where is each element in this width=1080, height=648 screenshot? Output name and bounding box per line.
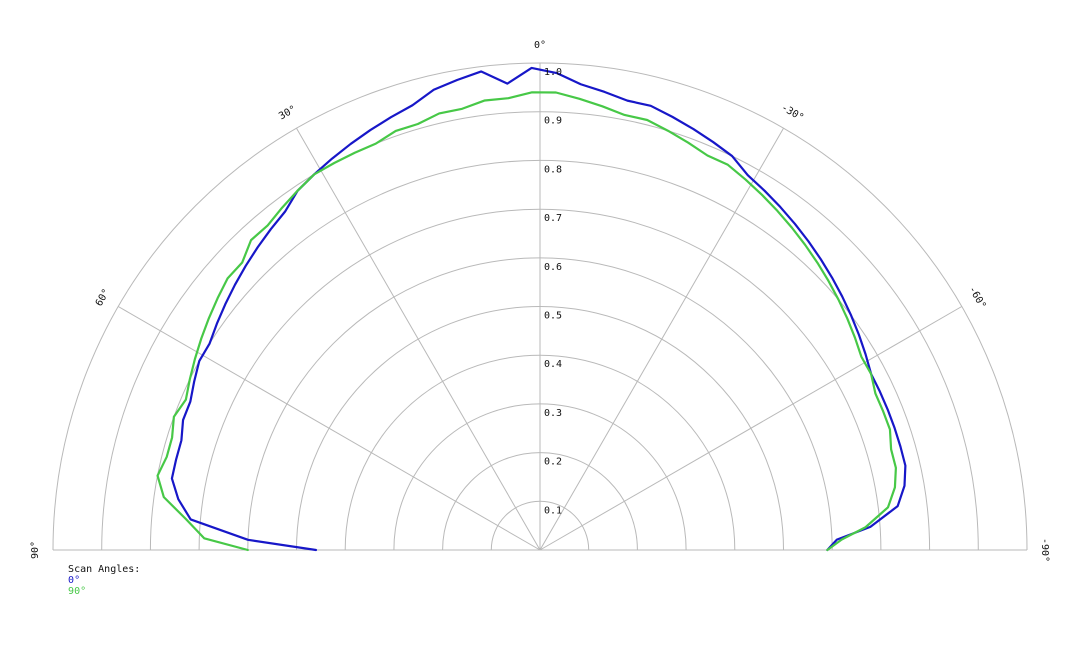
angle-tick-4: -30° [779, 102, 805, 124]
radial-tick-0.2: 0.2 [544, 457, 562, 468]
series-line-0 [170, 66, 907, 552]
radial-tick-1.0: 1.0 [544, 67, 562, 78]
chart-series [156, 66, 907, 552]
angle-tick-3: 0° [534, 40, 546, 51]
radial-tick-0.9: 0.9 [544, 116, 562, 127]
radial-tick-0.8: 0.8 [544, 164, 562, 175]
polar-chart: 0.1 0.2 0.3 0.4 0.5 0.6 0.7 0.8 0.9 1.0 90° 60° 30°… [30, 40, 1050, 562]
angle-tick-5: -60° [966, 285, 988, 311]
radial-tick-0.5: 0.5 [544, 311, 562, 322]
radial-tick-0.7: 0.7 [544, 213, 562, 224]
chart-grid [52, 62, 1028, 551]
radial-tick-0.1: 0.1 [544, 505, 562, 516]
angle-tick-1: 60° [94, 287, 113, 308]
legend-title: Scan Angles: [68, 564, 141, 575]
grid-spoke-2 [296, 127, 541, 551]
angle-tick-0: 90° [30, 541, 41, 559]
grid-spoke-5 [539, 306, 963, 551]
grid-spoke-4 [539, 127, 784, 551]
radial-tick-0.3: 0.3 [544, 408, 562, 419]
legend: Scan Angles: 0° 90° [56, 553, 148, 597]
radial-tick-labels: 0.1 0.2 0.3 0.4 0.5 0.6 0.7 0.8 0.9 1.0 [544, 67, 562, 516]
radial-tick-0.6: 0.6 [544, 262, 562, 273]
legend-item-0: 0° [68, 575, 81, 586]
legend-item-90: 90° [68, 586, 87, 597]
angle-tick-6: -90° [1039, 538, 1050, 562]
radial-tick-0.4: 0.4 [544, 359, 562, 370]
angle-tick-2: 30° [277, 104, 298, 123]
